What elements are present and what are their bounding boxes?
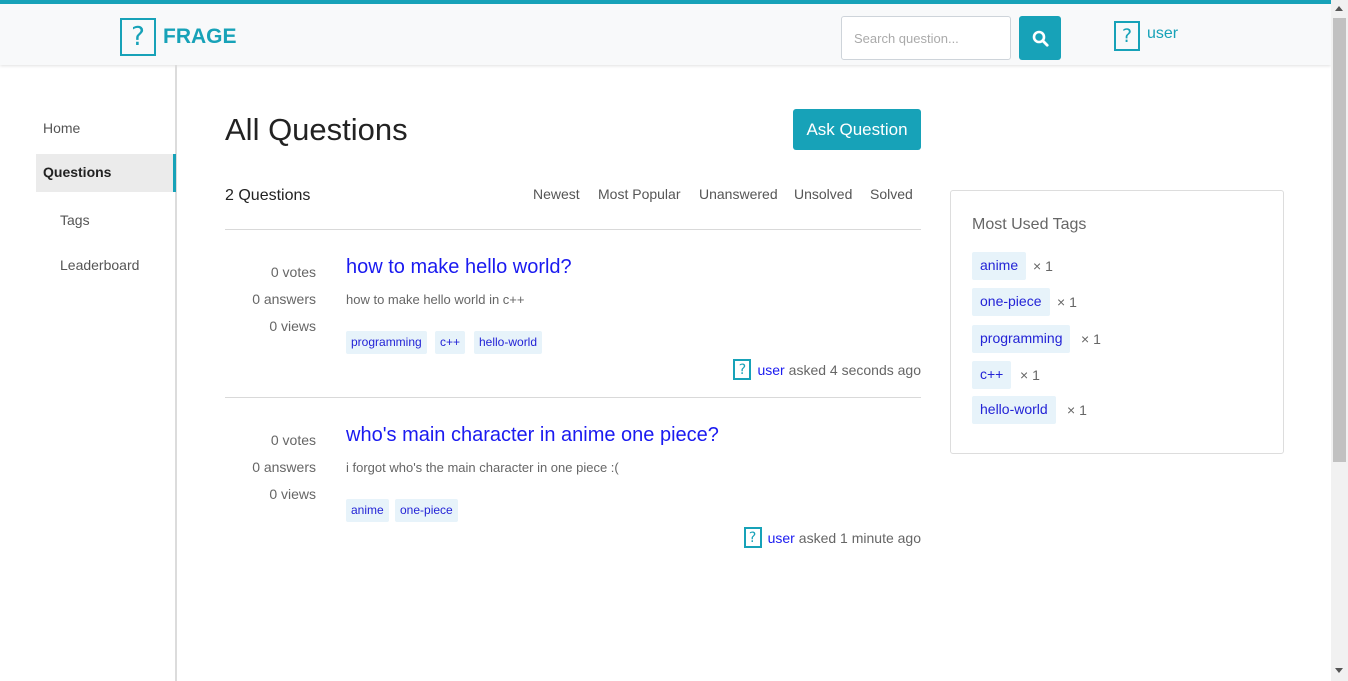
author-link[interactable]: user xyxy=(757,362,784,378)
vote-count: 0 votes xyxy=(270,264,316,280)
question-tag[interactable]: c++ xyxy=(435,331,466,354)
scroll-down-arrow-icon[interactable] xyxy=(1335,668,1343,673)
asked-by: ? user asked 4 seconds ago xyxy=(733,359,921,380)
question-tag[interactable]: anime xyxy=(346,499,389,522)
page-title: All Questions xyxy=(225,112,408,147)
search-input[interactable] xyxy=(841,16,1011,60)
filter-unsolved[interactable]: Unsolved xyxy=(794,186,852,202)
popular-tag[interactable]: c++ xyxy=(972,361,1012,389)
question-count: 2 Questions xyxy=(225,187,311,204)
popular-tag[interactable]: one-piece xyxy=(972,288,1050,316)
question-title-link[interactable]: how to make hello world? xyxy=(346,256,572,279)
answer-count: 0 answers xyxy=(252,459,316,475)
user-name-link[interactable]: user xyxy=(1147,25,1178,43)
tag-count: × 1 xyxy=(1067,402,1087,418)
tag-count: × 1 xyxy=(1020,367,1040,383)
question-title-link[interactable]: who's main character in anime one piece? xyxy=(346,424,719,447)
search-button[interactable] xyxy=(1019,16,1061,60)
question-excerpt: i forgot who's the main character in one… xyxy=(346,460,619,475)
card-title: Most Used Tags xyxy=(972,216,1087,233)
search-icon xyxy=(1032,30,1049,47)
sidebar-item-home[interactable]: Home xyxy=(43,120,80,136)
view-count: 0 views xyxy=(269,486,316,502)
tag-count: × 1 xyxy=(1081,331,1101,347)
popular-tag[interactable]: programming xyxy=(972,325,1071,353)
divider xyxy=(225,229,921,230)
asked-by: ? user asked 1 minute ago xyxy=(743,527,921,548)
user-menu[interactable]: ? user xyxy=(1114,21,1178,51)
answer-count: 0 answers xyxy=(252,291,316,307)
divider xyxy=(225,397,921,398)
user-avatar-icon: ? xyxy=(743,527,762,548)
brand-name: FRAGE xyxy=(163,25,237,48)
filter-newest[interactable]: Newest xyxy=(533,186,580,202)
question-excerpt: how to make hello world in c++ xyxy=(346,292,525,307)
question-tag[interactable]: one-piece xyxy=(395,499,458,522)
question-tag[interactable]: hello-world xyxy=(474,331,543,354)
popular-tag[interactable]: anime xyxy=(972,252,1027,280)
asked-time: asked 4 seconds ago xyxy=(788,361,921,378)
sidebar-item-tags[interactable]: Tags xyxy=(60,212,90,228)
filter-unanswered[interactable]: Unanswered xyxy=(699,186,778,202)
sidebar: Home Questions Tags Leaderboard xyxy=(0,65,177,681)
scrollbar-thumb[interactable] xyxy=(1333,18,1346,462)
asked-time: asked 1 minute ago xyxy=(798,529,921,546)
author-link[interactable]: user xyxy=(768,530,795,546)
question-tag[interactable]: programming xyxy=(346,331,427,354)
question-mark-logo-icon: ? xyxy=(120,18,156,56)
brand-logo[interactable]: ? FRAGE xyxy=(120,18,237,56)
vote-count: 0 votes xyxy=(270,432,316,448)
top-navbar: ? FRAGE ? user xyxy=(0,0,1331,65)
ask-question-button[interactable]: Ask Question xyxy=(793,109,921,150)
page-scrollbar[interactable] xyxy=(1331,0,1348,681)
view-count: 0 views xyxy=(269,318,316,334)
tag-count: × 1 xyxy=(1033,258,1053,274)
filter-solved[interactable]: Solved xyxy=(870,186,913,202)
popular-tag[interactable]: hello-world xyxy=(972,396,1056,424)
sidebar-item-questions[interactable]: Questions xyxy=(36,154,176,192)
user-avatar-icon: ? xyxy=(1114,21,1140,51)
user-avatar-icon: ? xyxy=(733,359,752,380)
most-used-tags-card: Most Used Tags anime × 1 one-piece × 1 p… xyxy=(950,190,1284,454)
sidebar-item-leaderboard[interactable]: Leaderboard xyxy=(60,257,139,273)
tag-count: × 1 xyxy=(1057,294,1077,310)
scroll-up-arrow-icon[interactable] xyxy=(1335,6,1343,11)
filter-most-popular[interactable]: Most Popular xyxy=(598,186,680,202)
